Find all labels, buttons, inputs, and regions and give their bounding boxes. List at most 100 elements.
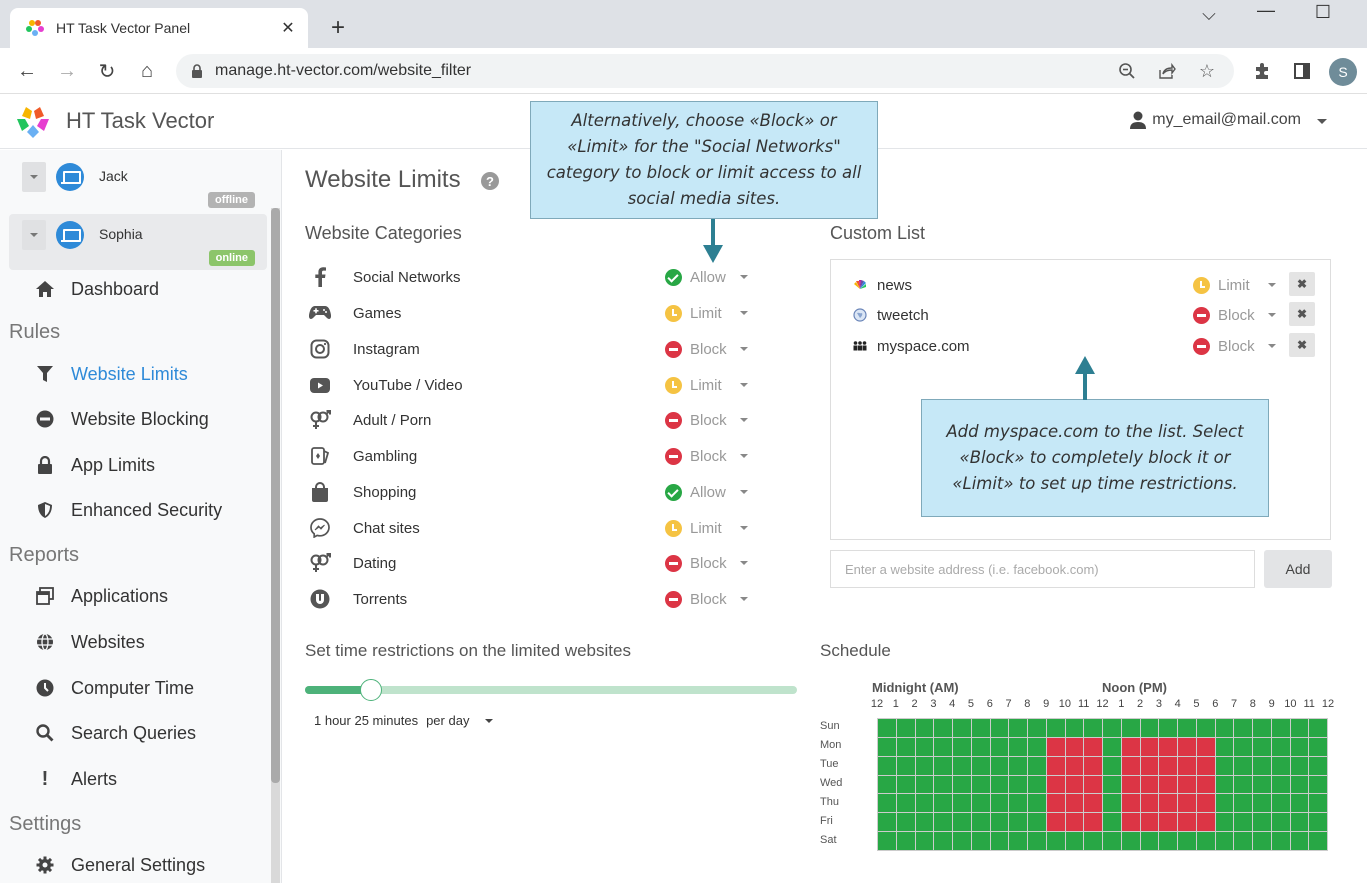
- schedule-cell-sun-7[interactable]: [1009, 719, 1027, 737]
- schedule-cell-wed-23[interactable]: [1309, 775, 1327, 794]
- schedule-cell-thu-21[interactable]: [1271, 794, 1290, 813]
- schedule-cell-tue-11[interactable]: [1084, 756, 1102, 775]
- new-tab-button[interactable]: +: [324, 14, 352, 42]
- schedule-cell-sun-20[interactable]: [1253, 719, 1271, 737]
- schedule-cell-mon-15[interactable]: [1159, 737, 1177, 756]
- schedule-cell-tue-7[interactable]: [1009, 756, 1027, 775]
- schedule-cell-tue-20[interactable]: [1253, 756, 1271, 775]
- schedule-cell-sun-1[interactable]: [896, 719, 915, 737]
- schedule-cell-mon-14[interactable]: [1140, 737, 1159, 756]
- schedule-cell-sat-22[interactable]: [1290, 832, 1309, 850]
- schedule-cell-wed-3[interactable]: [934, 775, 952, 794]
- slider-thumb[interactable]: [360, 679, 383, 701]
- schedule-cell-thu-23[interactable]: [1309, 794, 1327, 813]
- website-status-dropdown[interactable]: Limit: [1193, 276, 1276, 294]
- schedule-cell-tue-21[interactable]: [1271, 756, 1290, 775]
- schedule-cell-thu-3[interactable]: [934, 794, 952, 813]
- schedule-cell-wed-1[interactable]: [896, 775, 915, 794]
- schedule-cell-sat-6[interactable]: [990, 832, 1009, 850]
- schedule-cell-tue-3[interactable]: [934, 756, 952, 775]
- sidebar-item-website-blocking[interactable]: Website Blocking: [35, 404, 209, 434]
- schedule-cell-sun-2[interactable]: [915, 719, 934, 737]
- schedule-cell-tue-12[interactable]: [1103, 756, 1121, 775]
- schedule-cell-fri-11[interactable]: [1084, 813, 1102, 832]
- browser-tab[interactable]: HT Task Vector Panel ✕: [10, 8, 308, 48]
- device-jack[interactable]: Jack offline: [9, 156, 267, 212]
- sidebar-item-app-limits[interactable]: App Limits: [35, 450, 155, 480]
- schedule-cell-sat-11[interactable]: [1084, 832, 1102, 850]
- category-status-dropdown[interactable]: Block: [665, 447, 748, 465]
- schedule-cell-sun-3[interactable]: [934, 719, 952, 737]
- schedule-cell-thu-13[interactable]: [1121, 794, 1140, 813]
- schedule-cell-thu-9[interactable]: [1046, 794, 1065, 813]
- schedule-cell-thu-6[interactable]: [990, 794, 1009, 813]
- sidebar-item-dashboard[interactable]: Dashboard: [35, 274, 159, 304]
- schedule-cell-wed-8[interactable]: [1028, 775, 1046, 794]
- schedule-cell-mon-22[interactable]: [1290, 737, 1309, 756]
- schedule-cell-mon-9[interactable]: [1046, 737, 1065, 756]
- schedule-cell-tue-5[interactable]: [971, 756, 990, 775]
- sidebar-scroll-thumb[interactable]: [271, 208, 280, 783]
- schedule-cell-sat-12[interactable]: [1103, 832, 1121, 850]
- schedule-cell-tue-4[interactable]: [953, 756, 971, 775]
- schedule-cell-fri-10[interactable]: [1065, 813, 1084, 832]
- schedule-cell-tue-19[interactable]: [1234, 756, 1252, 775]
- schedule-cell-sat-19[interactable]: [1234, 832, 1252, 850]
- schedule-cell-sun-14[interactable]: [1140, 719, 1159, 737]
- schedule-cell-wed-21[interactable]: [1271, 775, 1290, 794]
- schedule-cell-sat-13[interactable]: [1121, 832, 1140, 850]
- schedule-cell-thu-14[interactable]: [1140, 794, 1159, 813]
- category-status-dropdown[interactable]: Block: [665, 411, 748, 429]
- device-expand-toggle[interactable]: [22, 220, 46, 250]
- schedule-cell-wed-17[interactable]: [1196, 775, 1215, 794]
- schedule-cell-tue-17[interactable]: [1196, 756, 1215, 775]
- category-status-dropdown[interactable]: Block: [665, 554, 748, 572]
- schedule-cell-sun-10[interactable]: [1065, 719, 1084, 737]
- back-button[interactable]: ←: [14, 58, 40, 84]
- schedule-cell-thu-19[interactable]: [1234, 794, 1252, 813]
- schedule-cell-wed-12[interactable]: [1103, 775, 1121, 794]
- schedule-cell-mon-11[interactable]: [1084, 737, 1102, 756]
- remove-website-button[interactable]: ✖: [1289, 333, 1315, 357]
- schedule-cell-sat-21[interactable]: [1271, 832, 1290, 850]
- schedule-cell-thu-16[interactable]: [1178, 794, 1196, 813]
- sidebar-item-enhanced-security[interactable]: Enhanced Security: [35, 495, 222, 525]
- side-panel-icon[interactable]: [1289, 58, 1315, 84]
- schedule-cell-thu-5[interactable]: [971, 794, 990, 813]
- schedule-cell-mon-5[interactable]: [971, 737, 990, 756]
- schedule-cell-wed-15[interactable]: [1159, 775, 1177, 794]
- schedule-cell-wed-7[interactable]: [1009, 775, 1027, 794]
- schedule-grid[interactable]: [877, 718, 1328, 851]
- period-caret-icon[interactable]: [485, 718, 494, 723]
- category-status-dropdown[interactable]: Allow: [665, 268, 748, 286]
- schedule-cell-wed-18[interactable]: [1215, 775, 1234, 794]
- forward-button[interactable]: →: [54, 58, 80, 84]
- schedule-cell-mon-16[interactable]: [1178, 737, 1196, 756]
- schedule-cell-tue-23[interactable]: [1309, 756, 1327, 775]
- bookmark-star-icon[interactable]: ☆: [1194, 58, 1220, 84]
- sidebar-item-general-settings[interactable]: General Settings: [35, 850, 205, 880]
- schedule-cell-mon-0[interactable]: [878, 737, 896, 756]
- schedule-cell-wed-13[interactable]: [1121, 775, 1140, 794]
- schedule-cell-sun-19[interactable]: [1234, 719, 1252, 737]
- schedule-cell-wed-14[interactable]: [1140, 775, 1159, 794]
- schedule-cell-mon-4[interactable]: [953, 737, 971, 756]
- schedule-cell-mon-12[interactable]: [1103, 737, 1121, 756]
- tab-search-icon[interactable]: ⌵: [1194, 4, 1224, 25]
- schedule-cell-sun-5[interactable]: [971, 719, 990, 737]
- time-period-select[interactable]: per day: [426, 713, 469, 728]
- schedule-cell-sun-6[interactable]: [990, 719, 1009, 737]
- schedule-cell-fri-15[interactable]: [1159, 813, 1177, 832]
- schedule-cell-thu-4[interactable]: [953, 794, 971, 813]
- schedule-cell-wed-5[interactable]: [971, 775, 990, 794]
- schedule-cell-tue-13[interactable]: [1121, 756, 1140, 775]
- schedule-cell-sun-17[interactable]: [1196, 719, 1215, 737]
- schedule-cell-sun-16[interactable]: [1178, 719, 1196, 737]
- schedule-cell-wed-11[interactable]: [1084, 775, 1102, 794]
- schedule-cell-fri-2[interactable]: [915, 813, 934, 832]
- schedule-cell-fri-18[interactable]: [1215, 813, 1234, 832]
- schedule-cell-sun-23[interactable]: [1309, 719, 1327, 737]
- schedule-cell-mon-20[interactable]: [1253, 737, 1271, 756]
- share-icon[interactable]: [1154, 58, 1180, 84]
- profile-avatar[interactable]: S: [1329, 58, 1357, 86]
